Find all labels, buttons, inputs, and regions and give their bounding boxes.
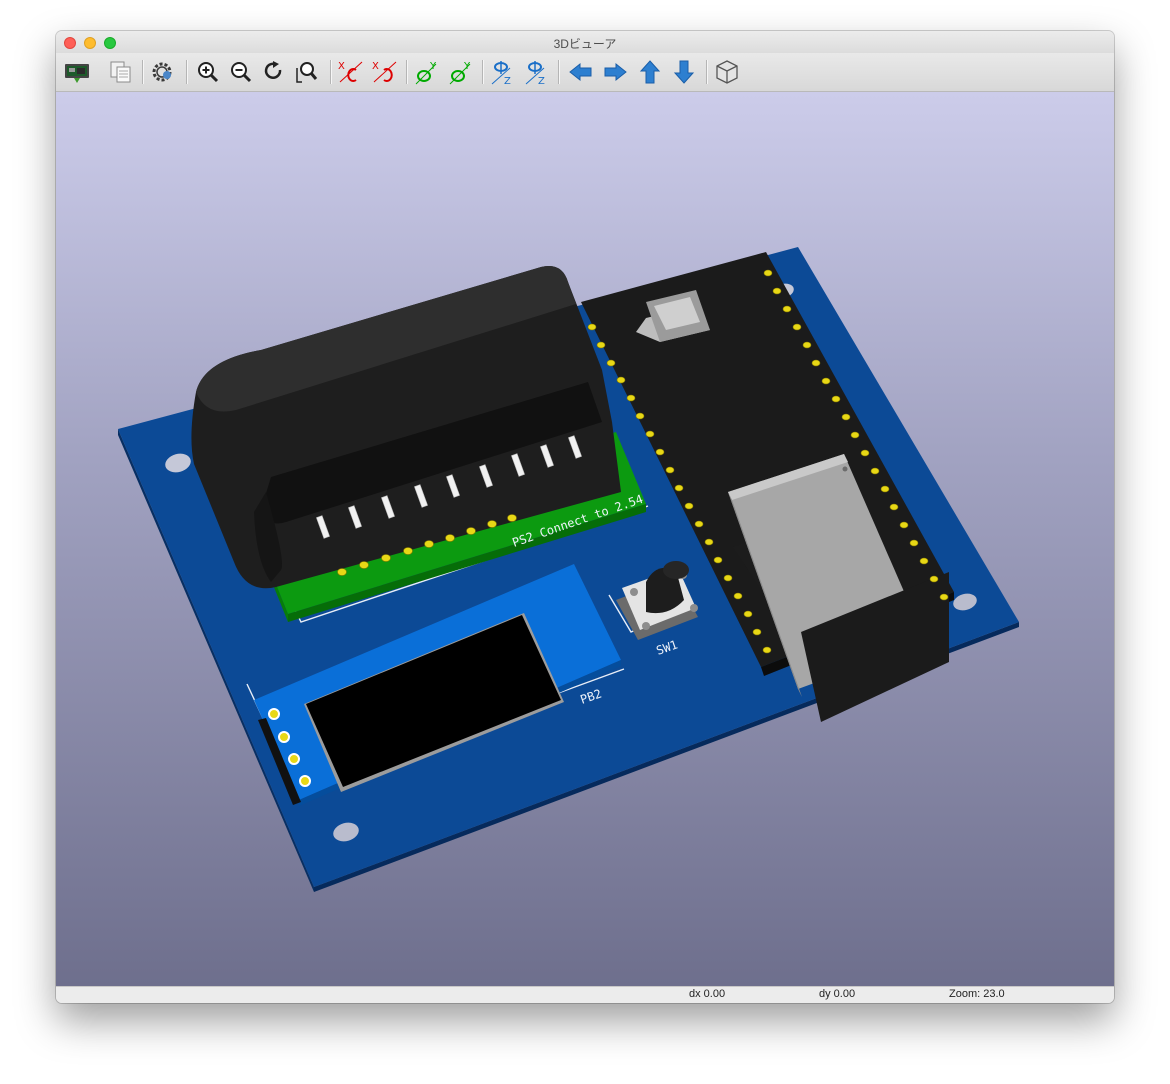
status-dx: dx 0.00	[689, 988, 726, 1000]
zoom-in-icon[interactable]	[193, 58, 223, 86]
rotate-z-cw-icon[interactable]: Z	[488, 58, 518, 86]
copy-image-icon[interactable]	[106, 58, 136, 86]
zoom-fit-icon[interactable]	[292, 58, 322, 86]
title-bar[interactable]: 3Dビューア	[56, 31, 1114, 53]
redraw-icon[interactable]	[259, 58, 289, 86]
toolbar: X X Y Y Z Z	[56, 53, 1114, 92]
rotate-z-ccw-icon[interactable]: Z	[522, 58, 552, 86]
3d-viewport[interactable]: PS2 Connect to 2.54 SW1 PB2	[56, 92, 1114, 986]
rotate-x-ccw-icon[interactable]: X	[370, 58, 400, 86]
reload-board-icon[interactable]	[62, 58, 92, 86]
move-down-icon[interactable]	[669, 58, 699, 86]
preferences-icon[interactable]	[148, 58, 178, 86]
move-up-icon[interactable]	[635, 58, 665, 86]
status-dy: dy 0.00	[819, 988, 856, 1000]
window-title: 3Dビューア	[553, 37, 617, 51]
ortho-view-icon[interactable]	[712, 58, 742, 86]
status-zoom: Zoom: 23.0	[949, 988, 1005, 1000]
svg-text:Z: Z	[538, 76, 545, 86]
rotate-x-cw-icon[interactable]: X	[336, 58, 366, 86]
rotate-y-cw-icon[interactable]: Y	[412, 58, 442, 86]
status-bar: dx 0.00 dy 0.00 Zoom: 23.0	[56, 986, 1114, 1003]
svg-text:X: X	[338, 61, 345, 72]
rotate-y-ccw-icon[interactable]: Y	[446, 58, 476, 86]
viewer-window: 3Dビューア X X Z Z PS2 Connect to 2.54 SW1 P…	[56, 31, 1114, 1003]
pcb-render: PS2 Connect to 2.54 SW1 PB2	[118, 247, 1019, 892]
move-right-icon[interactable]	[600, 58, 630, 86]
svg-text:Z: Z	[504, 76, 511, 86]
svg-text:X: X	[372, 61, 379, 72]
zoom-out-icon[interactable]	[226, 58, 256, 86]
move-left-icon[interactable]	[566, 58, 596, 86]
